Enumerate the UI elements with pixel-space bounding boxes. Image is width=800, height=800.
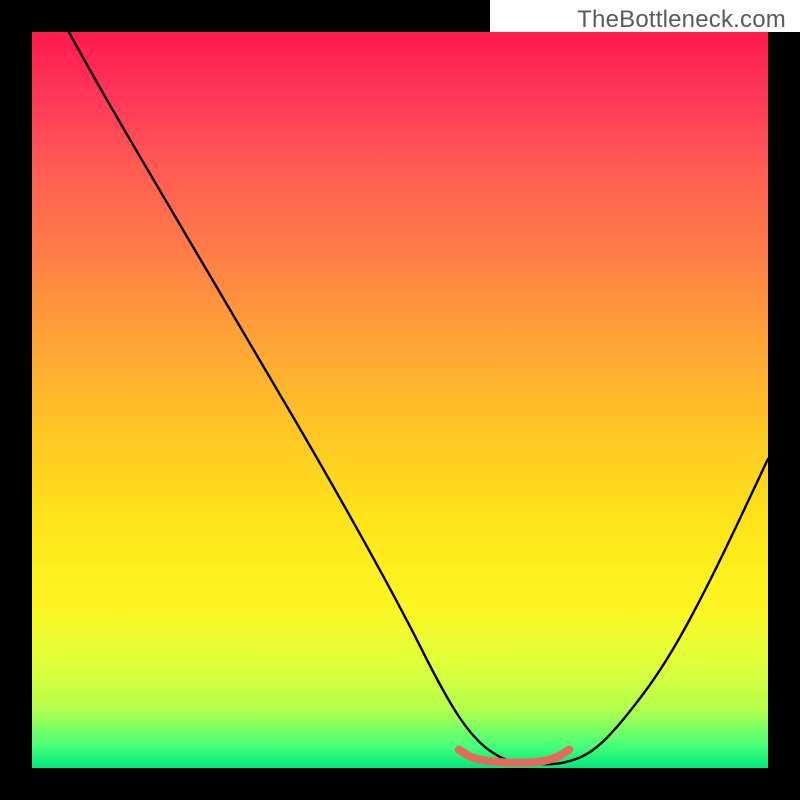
curve-layer [32, 32, 768, 768]
chart-frame: TheBottleneck.com [0, 0, 800, 800]
watermark-text: TheBottleneck.com [577, 6, 786, 34]
plot-area [32, 32, 768, 768]
bottleneck-curve [69, 32, 768, 764]
optimal-range-curve [459, 750, 569, 763]
